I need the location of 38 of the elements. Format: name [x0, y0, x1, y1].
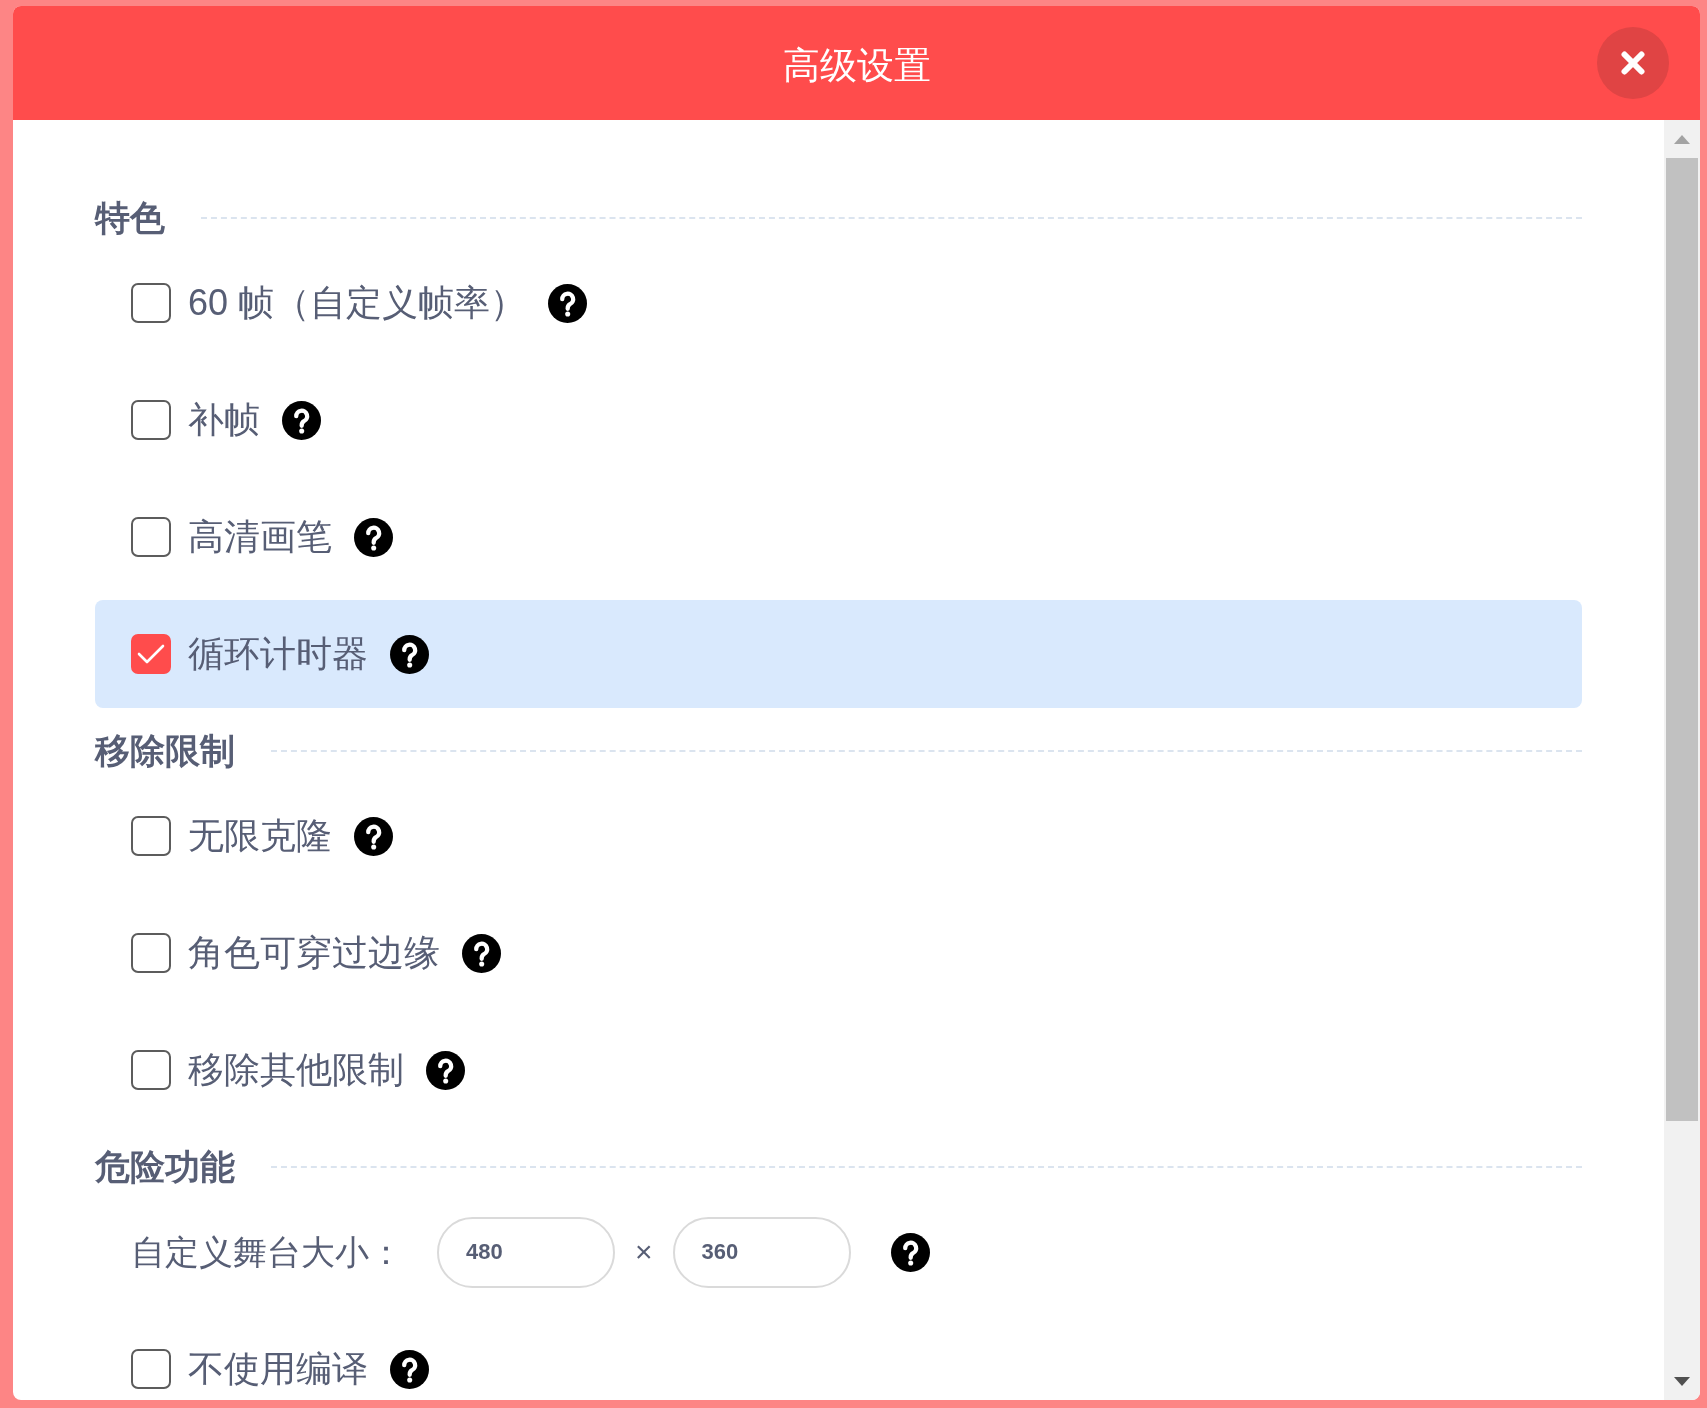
close-icon [1621, 51, 1645, 75]
help-icon[interactable] [426, 1050, 465, 1090]
checkbox[interactable] [131, 634, 171, 674]
section-heading: 特色 [95, 198, 165, 238]
scrollbar-thumb[interactable] [1666, 158, 1698, 1121]
help-icon[interactable] [548, 283, 588, 323]
section-heading: 移除限制 [95, 731, 235, 771]
scrollbar[interactable] [1664, 120, 1700, 1400]
option-label: 角色可穿过边缘 [188, 931, 440, 975]
height-field[interactable]: 360 [672, 1216, 851, 1288]
help-icon[interactable] [390, 634, 429, 674]
checkbox[interactable] [131, 933, 171, 973]
checkbox[interactable] [131, 400, 171, 440]
scroll-down-icon[interactable] [1674, 1376, 1690, 1386]
help-icon[interactable] [354, 517, 393, 557]
option-label: 无限克隆 [188, 814, 332, 858]
checkbox[interactable] [131, 816, 171, 856]
checkbox[interactable] [131, 517, 171, 557]
section-heading: 危险功能 [95, 1147, 235, 1187]
option-label: 60 帧（自定义帧率） [188, 281, 527, 325]
checkbox[interactable] [131, 283, 171, 323]
option-label: 高清画笔 [188, 515, 332, 559]
option-label: 不使用编译 [188, 1347, 368, 1391]
help-icon[interactable] [282, 400, 321, 440]
help-icon[interactable] [354, 816, 393, 856]
dialog-title: 高级设置 [782, 44, 931, 88]
help-icon[interactable] [390, 1349, 429, 1389]
checkbox[interactable] [131, 1349, 171, 1389]
option-label: 补帧 [188, 398, 260, 442]
option-label: 循环计时器 [188, 632, 368, 676]
option-label: 移除其他限制 [188, 1048, 404, 1092]
help-icon[interactable] [890, 1232, 930, 1272]
checkbox[interactable] [131, 1050, 171, 1090]
width-field[interactable]: 480 [437, 1216, 615, 1288]
option-label: 自定义舞台大小： [131, 1232, 403, 1273]
check-icon [137, 643, 165, 665]
help-icon[interactable] [462, 933, 501, 973]
times-sign: × [635, 1235, 653, 1269]
